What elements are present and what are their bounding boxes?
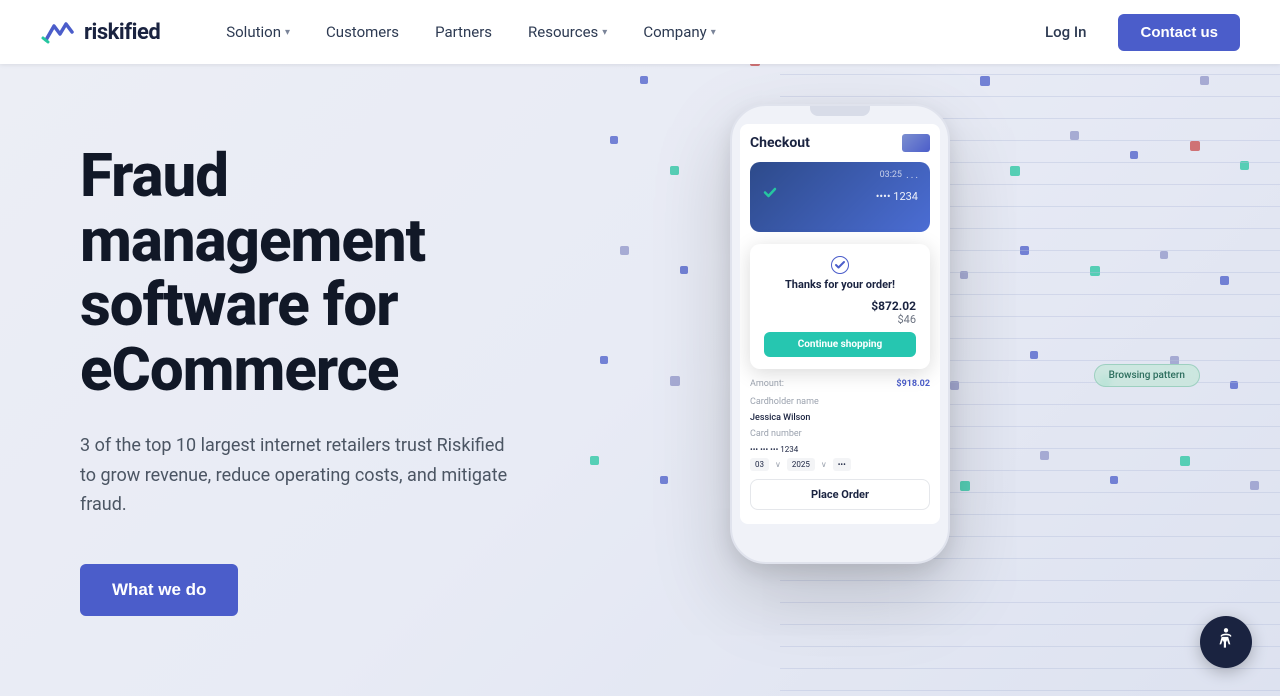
hero-subtitle: 3 of the top 10 largest internet retaile… [80, 431, 520, 520]
card-info-label: Card number [750, 429, 802, 439]
expiry-v-separator: ∨ [821, 460, 827, 469]
cardholder-label: Cardholder name [750, 397, 819, 407]
browsing-pattern-tag: Browsing pattern [1094, 364, 1200, 387]
phone-mockup: Checkout 03:25 ... •••• 1234 [730, 104, 950, 564]
chevron-down-icon: ▾ [711, 27, 716, 38]
expiry-cvv-dots: ••• [833, 458, 851, 471]
hero-right: Checkout 03:25 ... •••• 1234 [580, 64, 1280, 696]
phone-notch [810, 106, 870, 116]
price-main: $872.02 [764, 299, 916, 313]
nav-links: Solution ▾ Customers Partners Resources … [208, 0, 1029, 64]
expiry-month: 03 [750, 458, 769, 471]
card-icon [902, 134, 930, 152]
nav-item-company[interactable]: Company ▾ [625, 0, 733, 64]
hero-title: Fraud management software for eCommerce [80, 144, 520, 403]
navbar: riskified Solution ▾ Customers Partners … [0, 0, 1280, 64]
continue-shopping-button[interactable]: Continue shopping [764, 332, 916, 357]
contact-button[interactable]: Contact us [1118, 14, 1240, 51]
amount-label: Amount: [750, 379, 784, 389]
card-info-row: Card number [750, 429, 930, 439]
checkout-title: Checkout [750, 135, 810, 151]
amount-value: $918.02 [896, 379, 930, 389]
chevron-down-icon: ▾ [285, 27, 290, 38]
thanks-card: Thanks for your order! $872.02 $46 Conti… [750, 244, 930, 369]
phone-header: Checkout [750, 134, 930, 152]
cardholder-row: Cardholder name [750, 397, 930, 407]
cardholder-value: Jessica Wilson [750, 413, 810, 423]
expiry-row: 03 ∨ 2025 ∨ ••• [750, 458, 930, 471]
thanks-check-icon [764, 256, 916, 278]
expiry-separator: ∨ [775, 460, 781, 469]
phone-screen: Checkout 03:25 ... •••• 1234 [740, 124, 940, 524]
card-info-dots: ••• ••• ••• 1234 [750, 445, 798, 454]
hero-section: Fraud management software for eCommerce … [0, 0, 1280, 696]
chevron-down-icon: ▾ [602, 27, 607, 38]
accessibility-button[interactable] [1200, 616, 1252, 668]
logo-text: riskified [84, 20, 160, 45]
thanks-title: Thanks for your order! [764, 278, 916, 291]
card-dots-row: ••• ••• ••• 1234 [750, 445, 930, 454]
login-button[interactable]: Log In [1029, 15, 1102, 49]
cardholder-value-row: Jessica Wilson [750, 413, 930, 423]
card-menu-dots: ... [906, 170, 920, 181]
accessibility-icon [1213, 626, 1239, 658]
nav-right: Log In Contact us [1029, 14, 1240, 51]
expiry-year: 2025 [787, 458, 815, 471]
amount-row: Amount: $918.02 [750, 379, 930, 389]
credit-card: 03:25 ... •••• 1234 [750, 162, 930, 232]
card-check-icon [762, 184, 778, 204]
nav-item-customers[interactable]: Customers [308, 0, 417, 64]
nav-item-resources[interactable]: Resources ▾ [510, 0, 625, 64]
nav-item-solution[interactable]: Solution ▾ [208, 0, 308, 64]
hero-left: Fraud management software for eCommerce … [0, 144, 600, 616]
price-sub: $46 [764, 313, 916, 326]
nav-item-partners[interactable]: Partners [417, 0, 510, 64]
place-order-button[interactable]: Place Order [750, 479, 930, 510]
cta-button[interactable]: What we do [80, 564, 238, 616]
card-number: •••• 1234 [876, 190, 918, 203]
card-time: 03:25 [880, 170, 902, 180]
logo[interactable]: riskified [40, 18, 160, 46]
